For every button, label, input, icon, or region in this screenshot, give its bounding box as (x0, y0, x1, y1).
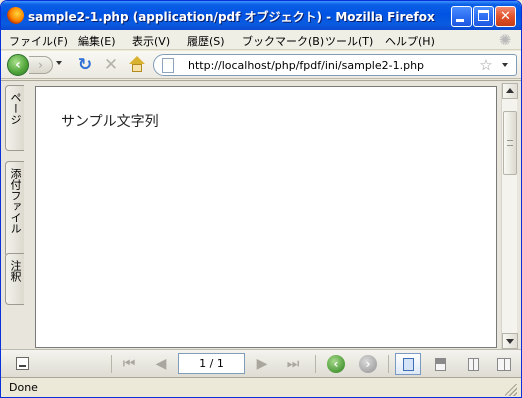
tab-attachments-label: 添付ファイル (9, 168, 22, 234)
previous-page-icon: ◀ (155, 356, 167, 372)
first-page-button[interactable]: ⏮ (119, 354, 139, 374)
vertical-scrollbar[interactable] (501, 83, 518, 349)
menu-file[interactable]: ファイル(F) (9, 33, 68, 49)
status-bar: Done (1, 377, 521, 397)
scroll-grip (507, 140, 513, 146)
maximize-button[interactable] (473, 6, 494, 27)
url-input[interactable]: http://localhost/php/fpdf/ini/sample2-1.… (188, 59, 424, 72)
grid-view-button[interactable] (460, 353, 486, 375)
single-page-view-button[interactable] (395, 353, 421, 375)
panel-toggle-button[interactable] (16, 357, 29, 370)
window-title: sample2-1.php (application/pdf オブジェクト) -… (28, 10, 435, 24)
browser-window: sample2-1.php (application/pdf オブジェクト) -… (0, 0, 522, 398)
dropdown-arrow-icon[interactable] (502, 63, 508, 67)
close-icon: ✕ (500, 9, 511, 24)
toolbar-separator (388, 355, 389, 373)
status-text: Done (9, 381, 38, 394)
home-button[interactable] (127, 55, 147, 75)
pdf-toolbar: ⏮ ◀ 1 / 1 ▶ ⏭ ‹ › (1, 349, 521, 377)
panel-toggle-icon (19, 365, 26, 367)
last-page-button[interactable]: ⏭ (283, 354, 303, 374)
first-page-icon: ⏮ (122, 356, 136, 372)
scroll-down-button[interactable] (502, 333, 518, 349)
two-page-view-button[interactable] (491, 353, 517, 375)
reload-icon: ↻ (77, 55, 93, 75)
scroll-down-arrow-icon (506, 339, 514, 344)
last-page-icon: ⏭ (286, 356, 300, 372)
tab-pages-label: ページ (9, 92, 22, 125)
toolbar-separator (315, 355, 316, 373)
pdf-page: サンプル文字列 (35, 86, 497, 348)
navigation-toolbar: ‹ › ↻ ✕ http://localhost/php/fpdf/ini/sa… (1, 51, 521, 79)
forward-button[interactable]: › (29, 56, 53, 74)
firefox-logo-icon (7, 7, 24, 24)
history-dropdown-icon[interactable] (56, 61, 62, 65)
maximize-icon (478, 10, 489, 21)
page-number-field[interactable]: 1 / 1 (178, 353, 245, 374)
split-view-icon (435, 358, 446, 371)
minimize-button[interactable] (451, 6, 472, 27)
zoom-out-button[interactable]: ‹ (327, 355, 345, 373)
side-panel-tabs: ページ 添付ファイル 注釈 (5, 85, 25, 363)
single-page-view-icon (403, 358, 414, 371)
split-view-button[interactable] (427, 353, 453, 375)
zoom-out-icon: ‹ (333, 357, 339, 371)
next-page-icon: ▶ (256, 356, 268, 372)
menu-help[interactable]: ヘルプ(H) (385, 33, 435, 49)
stop-icon: ✕ (103, 55, 119, 75)
menu-view[interactable]: 表示(V) (132, 33, 170, 49)
resize-grip-icon[interactable] (505, 384, 517, 396)
menu-bar: ファイル(F) 編集(E) 表示(V) 履歴(S) ブックマーク(B) ツール(… (1, 30, 521, 50)
star-icon[interactable]: ☆ (478, 57, 494, 73)
tab-annotations-label: 注釈 (9, 260, 22, 282)
tab-annotations[interactable]: 注釈 (5, 253, 24, 305)
back-arrow-icon: ‹ (15, 57, 21, 73)
grid-view-icon (468, 358, 479, 371)
title-bar[interactable]: sample2-1.php (application/pdf オブジェクト) -… (1, 1, 521, 30)
menu-tools[interactable]: ツール(T) (325, 33, 373, 49)
back-button[interactable]: ‹ (7, 54, 29, 76)
url-bar[interactable]: http://localhost/php/fpdf/ini/sample2-1.… (153, 54, 517, 76)
home-icon-body (132, 64, 142, 72)
next-page-button[interactable]: ▶ (252, 354, 272, 374)
zoom-in-button[interactable]: › (359, 355, 377, 373)
scroll-up-button[interactable] (502, 83, 518, 99)
home-icon (129, 56, 145, 64)
reload-button[interactable]: ↻ (75, 55, 95, 75)
zoom-in-icon: › (365, 357, 371, 371)
previous-page-button[interactable]: ◀ (151, 354, 171, 374)
forward-arrow-icon: › (38, 58, 43, 72)
menu-bookmarks[interactable]: ブックマーク(B) (242, 33, 324, 49)
close-button[interactable]: ✕ (495, 6, 516, 27)
tab-attachments[interactable]: 添付ファイル (5, 161, 24, 257)
menu-edit[interactable]: 編集(E) (78, 33, 116, 49)
pdf-viewer: ページ 添付ファイル 注釈 サンプル文字列 ⏮ ◀ 1 / 1 ▶ ⏭ ‹ › (1, 80, 521, 377)
two-page-view-icon (497, 358, 511, 371)
tab-pages[interactable]: ページ (5, 85, 24, 151)
page-icon (162, 58, 174, 73)
scroll-thumb[interactable] (503, 111, 517, 175)
page-content-text: サンプル文字列 (61, 114, 159, 130)
loading-throbber-icon: ✺ (498, 31, 512, 49)
minimize-icon (456, 19, 464, 22)
stop-button[interactable]: ✕ (101, 55, 121, 75)
toolbar-separator (111, 355, 112, 373)
scroll-up-arrow-icon (506, 88, 514, 93)
menu-history[interactable]: 履歴(S) (187, 33, 225, 49)
